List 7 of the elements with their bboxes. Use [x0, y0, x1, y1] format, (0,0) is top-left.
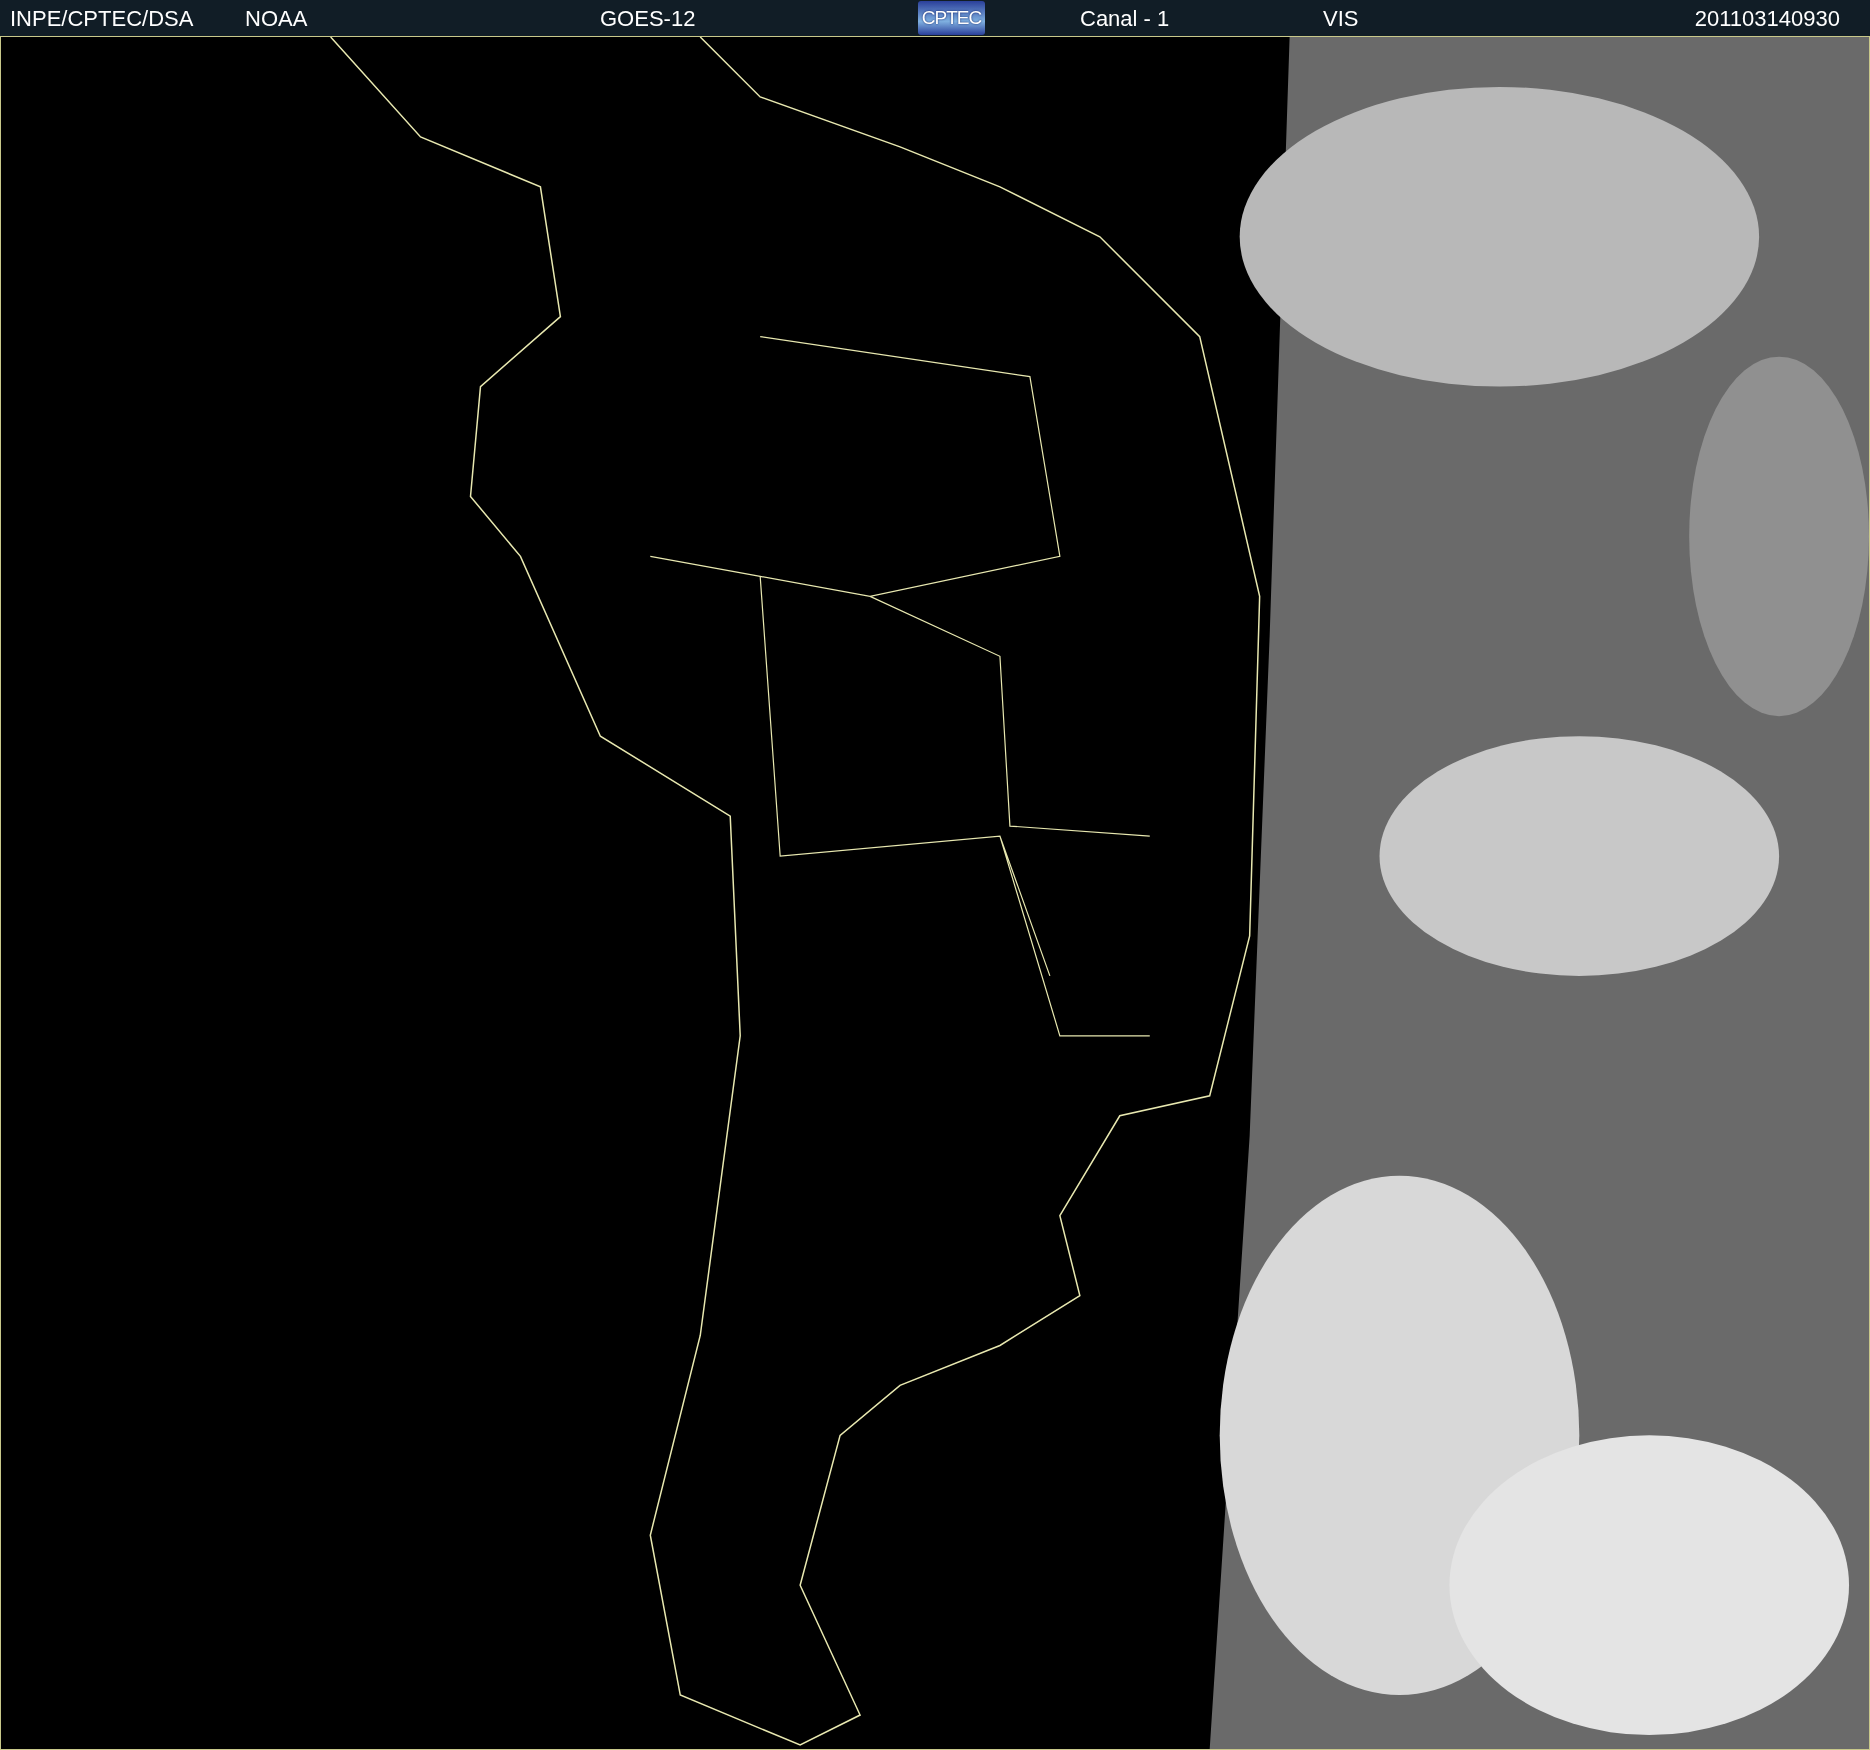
- header-label: 201103140930: [1694, 5, 1840, 31]
- logo: CPTEC: [918, 1, 985, 35]
- header-label: NOAA: [245, 5, 308, 31]
- header-label: VIS: [1323, 5, 1359, 31]
- header-label: GOES-12: [600, 5, 696, 31]
- header-label: INPE/CPTEC/DSA: [10, 5, 194, 31]
- header-label: Canal - 1: [1080, 5, 1170, 31]
